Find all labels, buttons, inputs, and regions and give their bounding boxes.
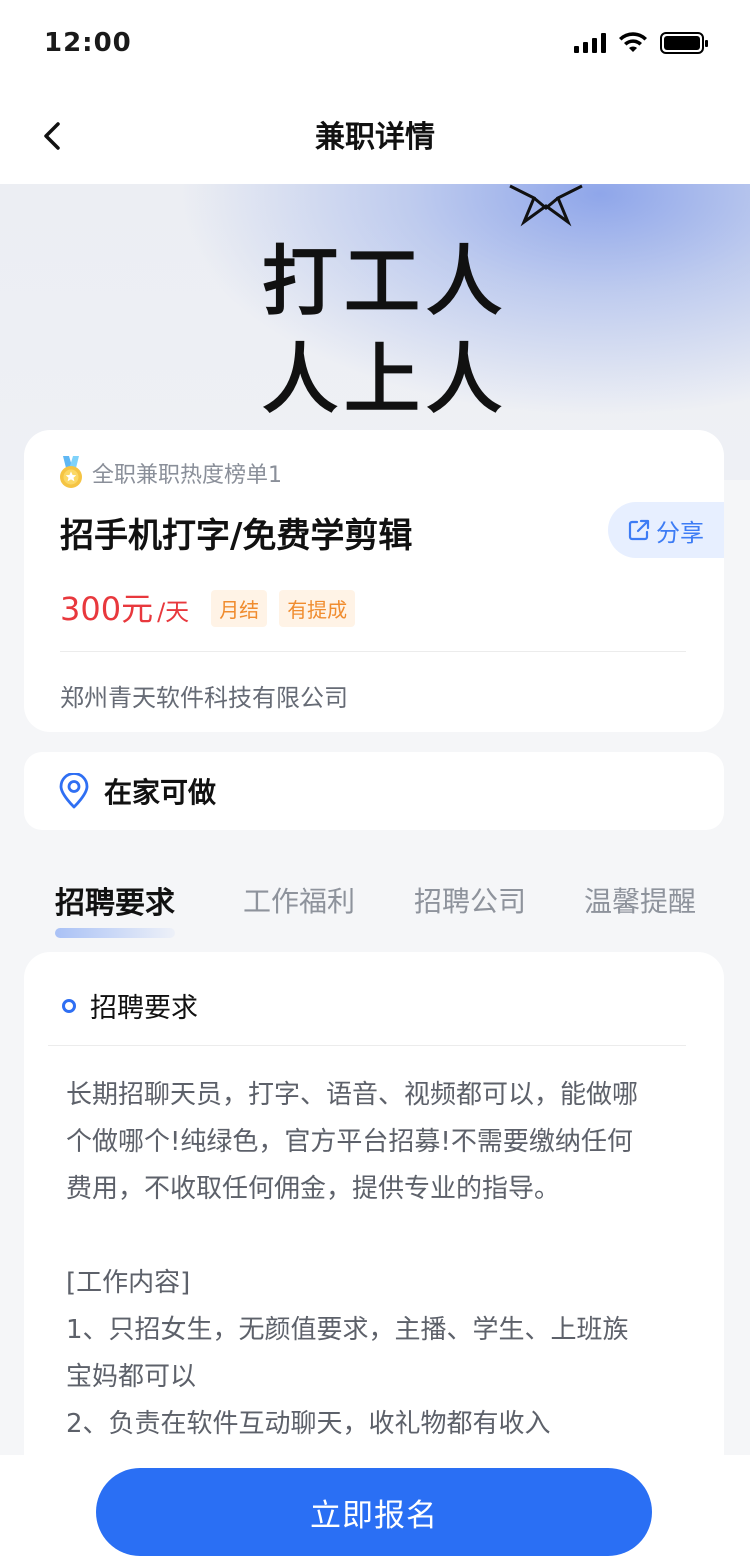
requirements-header: 招聘要求 — [62, 986, 198, 1025]
company-name[interactable]: 郑州青天软件科技有限公司 — [60, 678, 348, 713]
medal-icon — [60, 456, 82, 488]
wifi-icon — [619, 32, 647, 52]
requirements-line: 宝妈都可以 — [66, 1362, 197, 1392]
requirements-line: 个做哪个!纯绿色，官方平台招募!不需要缴纳任何 — [66, 1127, 633, 1157]
page-title: 兼职详情 — [315, 120, 435, 155]
requirements-line: 2、负责在软件互动聊天，收礼物都有收入 — [66, 1409, 551, 1439]
section-tabs: 招聘要求 工作福利 招聘公司 温馨提醒 — [0, 868, 750, 948]
divider — [48, 1045, 686, 1046]
tab-company[interactable]: 招聘公司 — [414, 880, 526, 920]
requirements-line — [66, 1213, 686, 1260]
status-bar: 12:00 — [0, 0, 750, 88]
rank-badge[interactable]: 全职兼职热度榜单1 — [58, 456, 282, 490]
star-decoration-icon — [509, 184, 583, 227]
bullet-dot-icon — [62, 998, 76, 1013]
salary-row: 300元 /天 月结 有提成 — [60, 584, 356, 630]
location-text: 在家可做 — [104, 776, 217, 809]
rank-label: 全职兼职热度榜单1 — [92, 463, 282, 488]
tag-monthly-pay: 月结 — [211, 590, 268, 627]
tab-reminder[interactable]: 温馨提醒 — [584, 880, 696, 920]
bottom-action-bar: 立即报名 — [0, 1455, 750, 1567]
location-pin-icon — [59, 773, 89, 809]
apply-button[interactable]: 立即报名 — [96, 1468, 652, 1556]
salary-amount: 300元 — [60, 590, 154, 628]
battery-icon — [660, 32, 708, 54]
divider — [60, 651, 686, 652]
tab-active-indicator — [55, 928, 175, 938]
job-title: 招手机打字/免费学剪辑 — [60, 516, 413, 556]
signal-icon — [574, 33, 606, 53]
location-card: 在家可做 — [24, 752, 724, 830]
requirements-line: 长期招聊天员，打字、语音、视频都可以，能做哪 — [66, 1080, 639, 1110]
status-icons — [574, 32, 708, 54]
requirements-heading: 招聘要求 — [90, 993, 198, 1024]
requirements-text: 长期招聊天员，打字、语音、视频都可以，能做哪 个做哪个!纯绿色，官方平台招募!不… — [66, 1072, 686, 1448]
share-button[interactable]: 分享 — [608, 502, 724, 558]
job-info-card: 全职兼职热度榜单1 招手机打字/免费学剪辑 分享 300元 /天 月结 有提成 … — [24, 430, 724, 732]
tab-requirements[interactable]: 招聘要求 — [55, 878, 175, 922]
tag-commission: 有提成 — [279, 590, 356, 627]
status-time: 12:00 — [44, 28, 132, 58]
requirements-line: 1、只招女生，无颜值要求，主播、学生、上班族 — [66, 1315, 629, 1345]
requirements-line: 费用，不收取任何佣金，提供专业的指导。 — [66, 1174, 561, 1204]
share-label: 分享 — [656, 518, 704, 547]
salary-unit: /天 — [157, 598, 190, 626]
banner-text-line2: 人上人 — [262, 335, 508, 424]
requirements-line: [工作内容] — [66, 1268, 191, 1298]
tab-benefits[interactable]: 工作福利 — [243, 880, 355, 920]
banner-text-line1: 打工人 — [262, 237, 508, 326]
share-icon — [628, 519, 650, 541]
nav-bar: 兼职详情 — [0, 88, 750, 184]
